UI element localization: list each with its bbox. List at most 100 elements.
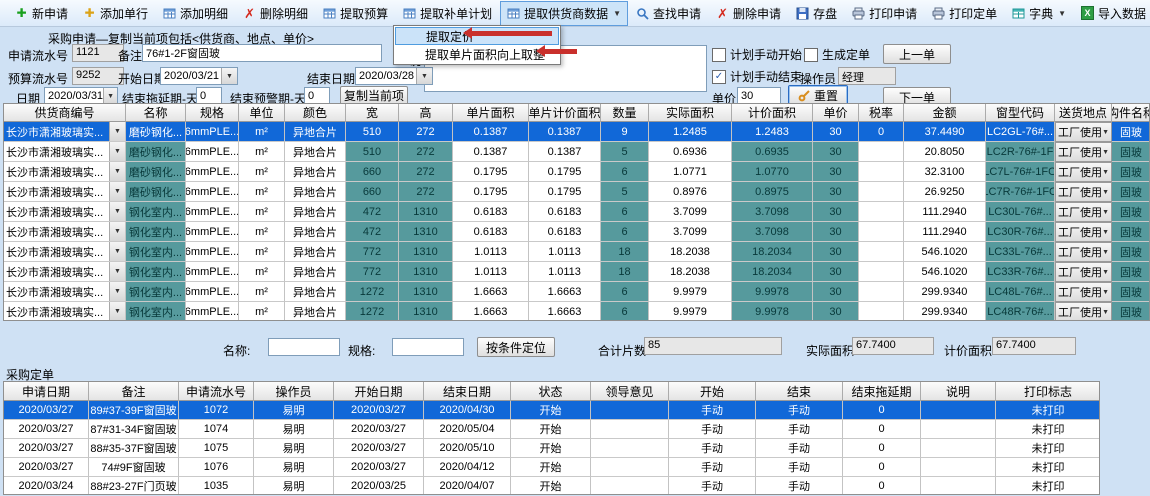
table-cell[interactable]: 磨砂钢化... [126,182,186,202]
table-cell[interactable]: 磨砂钢化... [126,162,186,182]
table-cell[interactable] [859,242,904,262]
table-cell[interactable]: 0.6183 [453,222,529,242]
table-cell[interactable]: 异地合片 [285,242,346,262]
table-cell[interactable]: 111.2940 [904,202,986,222]
chevron-down-icon[interactable]: ▼ [109,222,125,241]
table-cell[interactable]: 472 [346,202,399,222]
table-row[interactable]: 2020/03/2788#35-37F窗固玻1075易明2020/03/2720… [4,439,1099,458]
table-cell[interactable] [859,282,904,302]
table-cell[interactable]: 3.7098 [732,222,813,242]
table-cell[interactable]: 1072 [179,401,254,420]
table-cell[interactable]: 2020/03/27 [4,458,89,477]
table-cell[interactable]: 472 [346,222,399,242]
table-cell[interactable]: 111.2940 [904,222,986,242]
table-cell[interactable]: 手动 [669,458,756,477]
table-cell[interactable]: 钢化室内... [126,262,186,282]
table-cell[interactable]: 18 [601,242,649,262]
table-cell[interactable]: 3.7098 [732,202,813,222]
table-cell[interactable]: 6mmPLE... [186,262,239,282]
table-cell[interactable] [859,262,904,282]
table-cell[interactable]: 6 [601,202,649,222]
table-cell[interactable]: 工厂使用▼ [1055,202,1112,222]
table-cell[interactable]: 510 [346,122,399,142]
table-cell[interactable]: 0 [843,420,921,439]
toolbar-save-button[interactable]: 存盘 [789,1,844,26]
table-cell[interactable]: 0.6936 [649,142,732,162]
table-cell[interactable]: 2020/03/27 [4,401,89,420]
table-cell[interactable]: 272 [399,162,453,182]
table-cell[interactable]: 18.2034 [732,242,813,262]
chevron-down-icon[interactable]: ▼ [109,182,125,201]
table-cell[interactable]: 2020/03/24 [4,477,89,495]
table-cell[interactable]: 长沙市潇湘玻璃实...▼ [4,122,126,142]
table-cell[interactable]: 6 [601,302,649,321]
table-cell[interactable]: 未打印 [996,401,1100,420]
table-cell[interactable]: 6 [601,222,649,242]
table-cell[interactable]: 9.9979 [649,282,732,302]
table-cell[interactable]: 1310 [399,202,453,222]
table-cell[interactable]: 开始 [511,420,591,439]
table-cell[interactable]: LC2R-76#-1F [986,142,1055,162]
table-cell[interactable]: 1.0771 [649,162,732,182]
table-cell[interactable]: 工厂使用▼ [1055,302,1112,321]
table-cell[interactable]: 2020/03/27 [4,420,89,439]
table-cell[interactable]: m² [239,242,285,262]
table-cell[interactable]: 手动 [756,477,843,495]
table-cell[interactable]: 9 [601,122,649,142]
table-cell[interactable]: 9.9978 [732,302,813,321]
table-cell[interactable]: 30 [813,122,859,142]
table-cell[interactable]: 272 [399,182,453,202]
table-cell[interactable]: 2020/05/04 [424,420,511,439]
table-cell[interactable]: 6mmPLE... [186,302,239,321]
table-cell[interactable]: 6mmPLE... [186,222,239,242]
toolbar-extract-supplier-data-button[interactable]: 提取供货商数据▼ [500,1,628,26]
table-cell[interactable]: 长沙市潇湘玻璃实...▼ [4,142,126,162]
table-row[interactable]: 长沙市潇湘玻璃实...▼钢化室内...6mmPLE...m²异地合片127213… [4,282,1149,302]
table-cell[interactable]: 开始 [511,458,591,477]
table-cell[interactable]: 0.8975 [732,182,813,202]
table-row[interactable]: 长沙市潇湘玻璃实...▼钢化室内...6mmPLE...m²异地合片772131… [4,262,1149,282]
table-cell[interactable]: 固玻 [1112,222,1150,242]
table-cell[interactable]: 固玻 [1112,122,1150,142]
table-cell[interactable] [921,401,996,420]
table-row[interactable]: 长沙市潇湘玻璃实...▼磨砂钢化...6mmPLE...m²异地合片660272… [4,162,1149,182]
table-cell[interactable]: 未打印 [996,439,1100,458]
table-cell[interactable]: 手动 [669,439,756,458]
table-cell[interactable]: 18.2034 [732,262,813,282]
table-cell[interactable]: 未打印 [996,477,1100,495]
table-cell[interactable]: 9.9978 [732,282,813,302]
table-cell[interactable]: 6 [601,282,649,302]
table-cell[interactable] [859,302,904,321]
table-cell[interactable]: 异地合片 [285,122,346,142]
table-cell[interactable] [921,458,996,477]
table-cell[interactable]: 1.0113 [453,242,529,262]
table-cell[interactable]: 30 [813,282,859,302]
table-cell[interactable]: 0 [843,458,921,477]
table-cell[interactable]: 2020/04/07 [424,477,511,495]
table-cell[interactable]: 0 [843,477,921,495]
table-cell[interactable]: 0.1387 [529,122,601,142]
table-cell[interactable]: 6 [601,162,649,182]
toolbar-print-request-button[interactable]: 打印申请 [845,1,924,26]
table-cell[interactable]: 1310 [399,282,453,302]
table-cell[interactable]: 2020/03/27 [334,420,424,439]
table-cell[interactable]: 1074 [179,420,254,439]
table-cell[interactable]: m² [239,302,285,321]
table-cell[interactable]: 299.9340 [904,302,986,321]
table-cell[interactable]: 固玻 [1112,162,1150,182]
table-row[interactable]: 长沙市潇湘玻璃实...▼钢化室内...6mmPLE...m²异地合片127213… [4,302,1149,321]
table-row[interactable]: 长沙市潇湘玻璃实...▼磨砂钢化...6mmPLE...m²异地合片660272… [4,182,1149,202]
locator-name-input[interactable] [268,338,340,356]
table-cell[interactable]: 钢化室内... [126,302,186,321]
locate-by-condition-button[interactable]: 按条件定位 [477,337,555,357]
table-cell[interactable]: 2020/03/27 [4,439,89,458]
table-cell[interactable]: 0.1387 [453,122,529,142]
table-cell[interactable]: 1310 [399,242,453,262]
chevron-down-icon[interactable]: ▼ [109,122,125,141]
table-cell[interactable] [591,439,669,458]
table-cell[interactable]: 660 [346,182,399,202]
table-cell[interactable]: 手动 [669,477,756,495]
table-cell[interactable]: 1272 [346,302,399,321]
toolbar-new-request-button[interactable]: ✚新申请 [8,1,75,26]
table-row[interactable]: 长沙市潇湘玻璃实...▼钢化室内...6mmPLE...m²异地合片772131… [4,242,1149,262]
